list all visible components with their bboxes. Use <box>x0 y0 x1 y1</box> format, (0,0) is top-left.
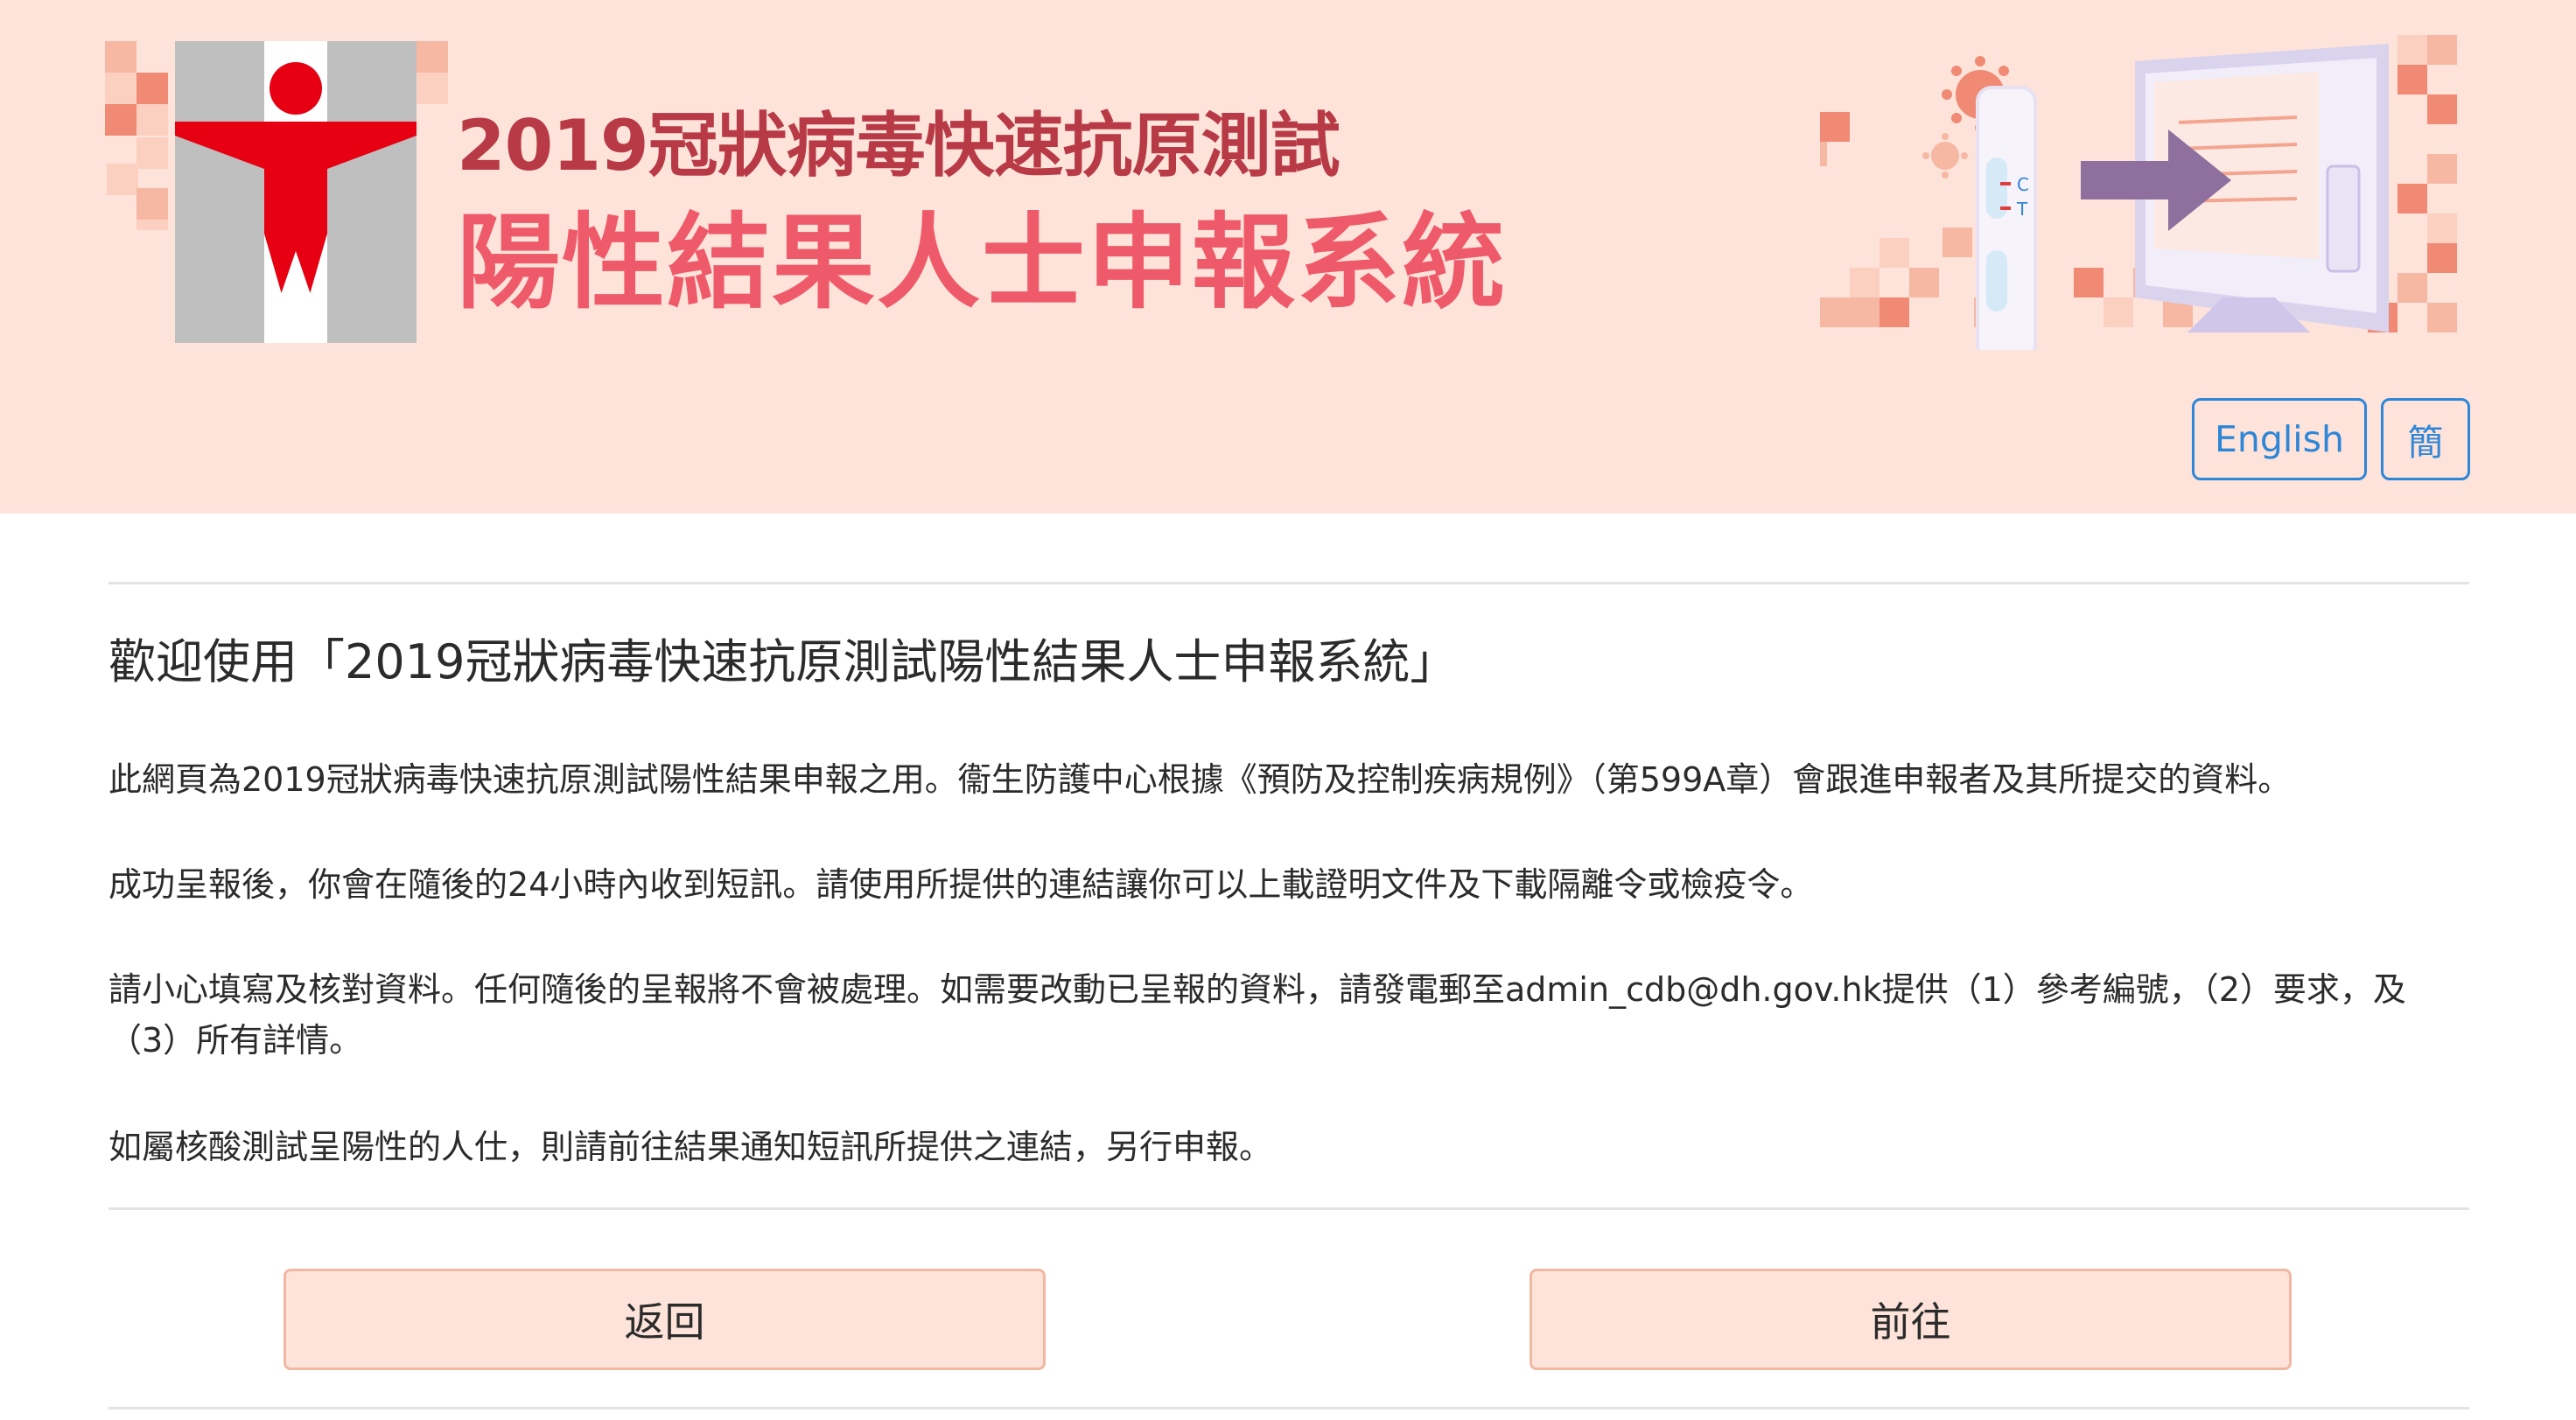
english-language-button[interactable]: English <box>2192 398 2367 480</box>
divider-top <box>108 582 2469 584</box>
system-title-line2: 陽性結果人士申報系統 <box>457 202 1508 323</box>
back-button[interactable]: 返回 <box>284 1269 1046 1370</box>
divider-middle <box>108 1207 2469 1210</box>
page-title: 歡迎使用「2019冠狀病毒快速抗原測試陽性結果人士申報系統」 <box>108 634 1458 689</box>
rapid-test-to-computer-illustration-icon: C T <box>1820 35 2457 350</box>
proceed-button[interactable]: 前往 <box>1530 1269 2292 1370</box>
divider-bottom <box>108 1407 2469 1410</box>
simplified-chinese-button[interactable]: 簡 <box>2381 398 2470 480</box>
amendment-info-paragraph: 請小心填寫及核對資料。任何隨後的呈報將不會被處理。如需要改動已呈報的資料，請發電… <box>108 970 2406 1060</box>
system-title-line1: 2019冠狀病毒快速抗原測試 <box>457 105 1340 186</box>
small-virus-icon <box>1922 133 1968 178</box>
intro-paragraph: 此網頁為2019冠狀病毒快速抗原測試陽性結果申報之用。衞生防護中心根據《預防及控… <box>108 760 2292 799</box>
pcr-info-paragraph: 如屬核酸測試呈陽性的人仕，則請前往結果通知短訊所提供之連結，另行申報。 <box>108 1128 1273 1166</box>
sms-info-paragraph: 成功呈報後，你會在隨後的24小時內收到短訊。請使用所提供的連結讓你可以上載證明文… <box>108 865 1814 904</box>
header-banner: 2019冠狀病毒快速抗原測試 陽性結果人士申報系統 C T English 簡 <box>0 0 2576 514</box>
department-of-health-logo-icon <box>175 41 416 343</box>
svg-text:C: C <box>2017 174 2029 195</box>
svg-text:T: T <box>2016 199 2028 220</box>
